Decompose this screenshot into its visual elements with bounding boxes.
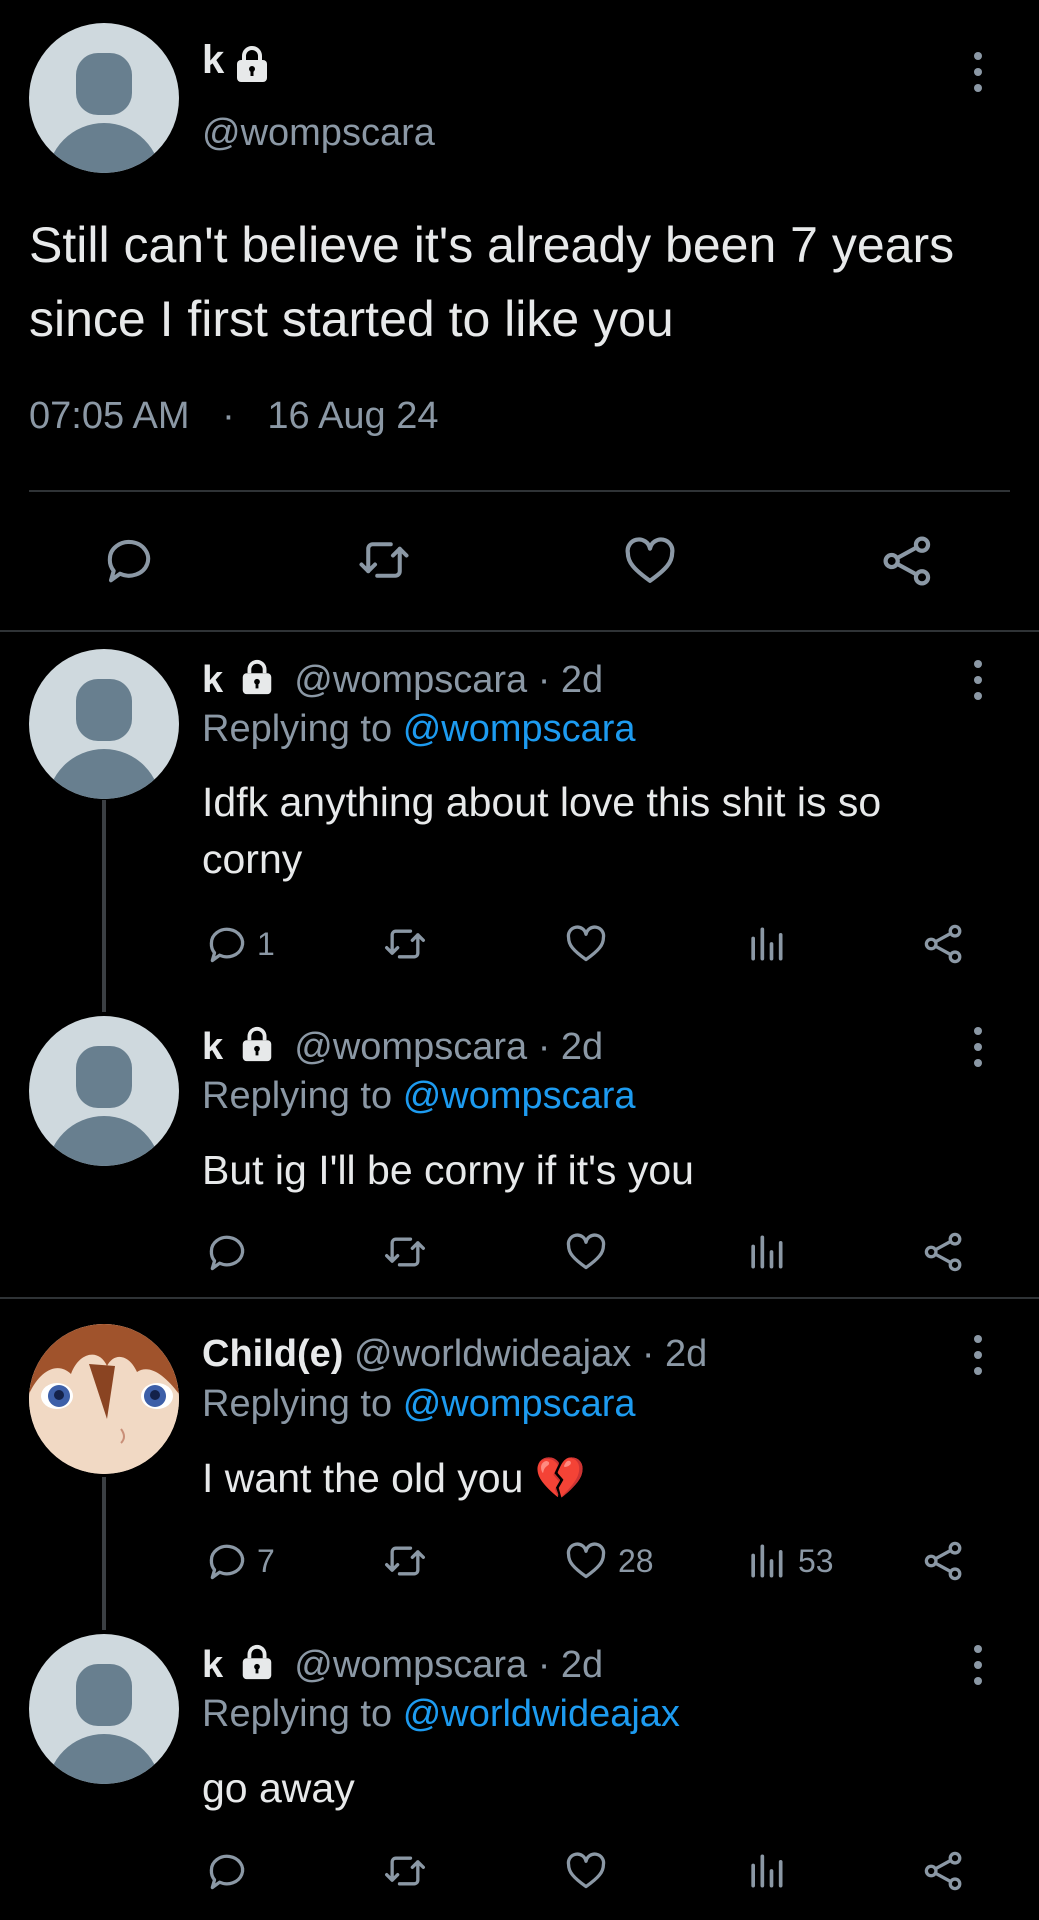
reply-icon[interactable] [205, 1230, 249, 1274]
reply-count: 7 [257, 1543, 275, 1579]
tweet-text: But ig I'll be corny if it's you [202, 1147, 694, 1193]
tweet-text: go away [202, 1765, 355, 1811]
lock-icon [238, 1025, 276, 1063]
share-icon[interactable] [922, 1230, 966, 1274]
tweet-age: · 2d [537, 1644, 604, 1686]
more-options-icon[interactable] [972, 1335, 984, 1375]
retweet-icon[interactable] [357, 533, 411, 587]
share-icon[interactable] [922, 1539, 966, 1583]
like-icon[interactable] [564, 1230, 608, 1274]
like-count: 28 [618, 1543, 654, 1579]
lock-icon [238, 1643, 276, 1681]
share-icon[interactable] [922, 922, 966, 966]
tweet-text: Still can't believe it's already been 7 … [29, 217, 955, 347]
mention-link[interactable]: @wompscara [403, 708, 636, 750]
handle[interactable]: @wompscara [294, 659, 527, 701]
tweet-header: k @wompscara · 2d [202, 1025, 603, 1069]
share-icon[interactable] [880, 533, 936, 589]
display-name[interactable]: k [202, 38, 224, 83]
replying-to: Replying to @wompscara [202, 1383, 636, 1425]
handle[interactable]: @wompscara [294, 1644, 527, 1686]
display-name[interactable]: k [202, 659, 223, 701]
display-name[interactable]: k [202, 1644, 223, 1686]
tweet-timestamp: 07:05 AM · 16 Aug 24 [29, 395, 439, 438]
tweet-text: Idfk anything about love this shit is so… [202, 779, 882, 882]
lock-icon [232, 44, 272, 84]
avatar[interactable] [29, 1016, 179, 1166]
tweet-age: · 2d [641, 1333, 708, 1375]
tweet-time: 07:05 AM [29, 395, 190, 437]
tweet-header: k @wompscara · 2d [202, 658, 603, 702]
reply-count: 1 [257, 926, 275, 962]
tweet-age: · 2d [537, 1026, 604, 1068]
tweet-age: · 2d [537, 659, 604, 701]
more-options-icon[interactable] [972, 1645, 984, 1685]
thread-line [102, 800, 106, 1012]
more-options-icon[interactable] [972, 660, 984, 700]
divider [0, 630, 1039, 632]
lock-icon [238, 658, 276, 696]
replying-to: Replying to @worldwideajax [202, 1693, 680, 1735]
retweet-icon[interactable] [383, 922, 427, 966]
tweet-header: k @wompscara · 2d [202, 1643, 603, 1687]
views-icon[interactable] [744, 922, 788, 966]
handle[interactable]: @wompscara [202, 112, 435, 155]
replying-to: Replying to @wompscara [202, 1075, 636, 1117]
like-icon[interactable] [564, 1539, 608, 1583]
display-name[interactable]: Child(e) [202, 1333, 343, 1375]
views-icon[interactable] [744, 1539, 788, 1583]
reply-icon[interactable] [102, 533, 156, 587]
handle[interactable]: @worldwideajax [354, 1333, 631, 1375]
retweet-icon[interactable] [383, 1539, 427, 1583]
retweet-icon[interactable] [383, 1849, 427, 1893]
more-options-icon[interactable] [972, 52, 984, 92]
replying-to: Replying to @wompscara [202, 708, 636, 750]
tweet-date: 16 Aug 24 [267, 395, 439, 437]
display-name[interactable]: k [202, 1026, 223, 1068]
like-icon[interactable] [564, 1849, 608, 1893]
like-icon[interactable] [564, 922, 608, 966]
views-icon[interactable] [744, 1230, 788, 1274]
views-icon[interactable] [744, 1849, 788, 1893]
separator: · [222, 395, 235, 437]
like-icon[interactable] [622, 533, 678, 589]
avatar[interactable] [29, 23, 179, 173]
handle[interactable]: @wompscara [294, 1026, 527, 1068]
reply-icon[interactable] [205, 922, 249, 966]
share-icon[interactable] [922, 1849, 966, 1893]
mention-link[interactable]: @worldwideajax [403, 1693, 680, 1735]
avatar[interactable] [29, 649, 179, 799]
mention-link[interactable]: @wompscara [403, 1383, 636, 1425]
avatar[interactable] [29, 1324, 179, 1474]
divider [0, 1297, 1039, 1299]
tweet-header: Child(e) @worldwideajax · 2d [202, 1333, 707, 1376]
thread-line [102, 1477, 106, 1630]
retweet-icon[interactable] [383, 1230, 427, 1274]
reply-icon[interactable] [205, 1849, 249, 1893]
reply-icon[interactable] [205, 1539, 249, 1583]
tweet-text: I want the old you 💔 [202, 1455, 586, 1501]
divider [29, 490, 1010, 492]
view-count: 53 [798, 1543, 834, 1579]
mention-link[interactable]: @wompscara [403, 1075, 636, 1117]
more-options-icon[interactable] [972, 1027, 984, 1067]
avatar[interactable] [29, 1634, 179, 1784]
